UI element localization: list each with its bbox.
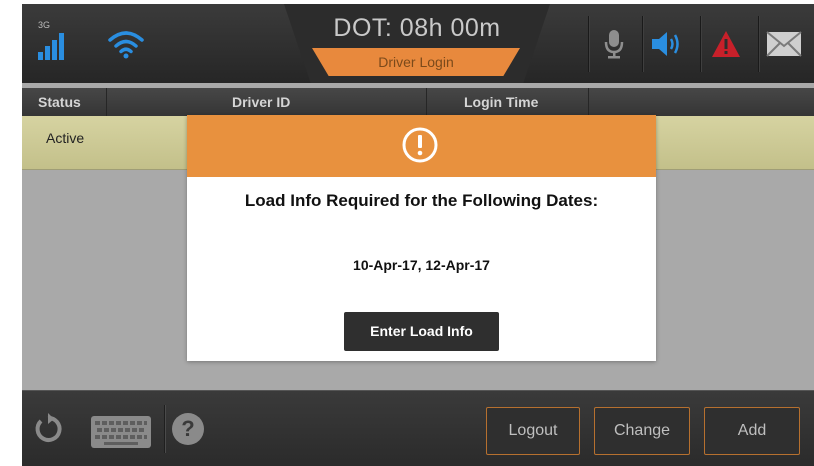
refresh-button[interactable]: [30, 411, 66, 447]
mail-icon: [766, 31, 802, 57]
divider: [700, 16, 702, 72]
column-header-status[interactable]: Status: [38, 88, 81, 116]
keyboard-button[interactable]: [90, 415, 152, 449]
messages-button[interactable]: [764, 24, 804, 64]
wifi-icon: [108, 31, 144, 59]
signal-indicator: 3G: [36, 20, 76, 60]
change-button[interactable]: Change: [594, 407, 690, 455]
dot-hours-remaining: DOT: 08h 00m: [333, 14, 501, 42]
dialog-header: [187, 115, 656, 177]
keyboard-icon: [91, 416, 151, 448]
logout-button[interactable]: Logout: [486, 407, 580, 455]
column-divider: [588, 88, 589, 116]
dialog-title: Load Info Required for the Following Dat…: [244, 191, 599, 210]
bottom-toolbar: ? Logout Change Add: [22, 390, 814, 466]
driver-mode-label: Driver Login: [312, 48, 520, 76]
microphone-button[interactable]: [594, 24, 634, 64]
signal-icon: [38, 33, 64, 60]
divider: [758, 16, 760, 72]
speaker-icon: [652, 32, 679, 56]
load-info-dialog: Load Info Required for the Following Dat…: [187, 115, 656, 361]
speaker-button[interactable]: [648, 24, 688, 64]
alert-icon: [712, 31, 740, 57]
row-status-cell: Active: [46, 130, 85, 146]
enter-load-info-button[interactable]: Enter Load Info: [344, 312, 499, 351]
network-type-label: 3G: [38, 20, 51, 30]
column-header-driver-id[interactable]: Driver ID: [232, 88, 290, 116]
divider: [164, 405, 166, 453]
alert-button[interactable]: [706, 24, 746, 64]
exclamation-icon: [402, 127, 438, 163]
divider: [588, 16, 590, 72]
top-status-bar: 3G DOT: 08h 00m Driver Login: [22, 4, 814, 83]
help-button[interactable]: ?: [172, 413, 204, 445]
table-header: Status Driver ID Login Time: [22, 88, 814, 116]
column-divider: [106, 88, 107, 116]
microphone-icon: [604, 30, 624, 59]
divider: [642, 16, 644, 72]
column-header-login-time[interactable]: Login Time: [464, 88, 538, 116]
column-divider: [426, 88, 427, 116]
required-dates: 10-Apr-17, 12-Apr-17: [353, 257, 490, 273]
add-button[interactable]: Add: [704, 407, 800, 455]
refresh-icon: [35, 413, 62, 442]
